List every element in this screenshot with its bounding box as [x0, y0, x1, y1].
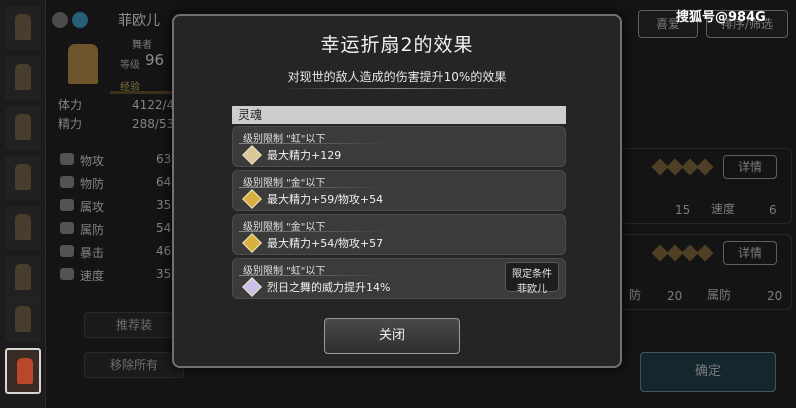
character-portrait[interactable]	[5, 6, 41, 50]
sp-row: 精力 288/53	[58, 115, 174, 132]
stat-icon	[60, 153, 74, 165]
stat-icon	[60, 222, 74, 234]
section-header: 灵魂	[232, 106, 566, 124]
character-sprite	[15, 14, 31, 40]
character-sprite	[15, 264, 31, 290]
hp-row: 体力 4122/41	[58, 96, 182, 113]
limit-condition-box: 限定条件 菲欧儿	[505, 262, 559, 295]
stat-value: 64	[156, 175, 172, 189]
stat-value: 35	[156, 198, 172, 212]
watermark: 搜狐号@984G	[676, 10, 766, 25]
gold-gem-icon	[242, 189, 262, 209]
remove-all-button[interactable]: 移除所有	[84, 352, 184, 378]
equip-stat-label: 防	[629, 288, 642, 302]
stat-icon	[60, 176, 74, 188]
stat-value: 54	[156, 221, 172, 235]
hp-label: 体力	[58, 98, 83, 112]
effect-item: 级别限制 "虹"以下 烈日之舞的威力提升14% 限定条件 菲欧儿	[232, 258, 566, 299]
close-button[interactable]: 关闭	[324, 318, 460, 354]
equip-stat-label: 速度	[711, 202, 736, 216]
character-portrait-list	[0, 0, 46, 408]
character-sprite	[17, 358, 33, 384]
limit-label: 限定条件	[512, 269, 552, 280]
effect-text: 最大精力+59/物攻+54	[267, 193, 384, 206]
detail-button[interactable]: 详情	[723, 241, 777, 265]
character-job: 舞者	[132, 40, 152, 51]
divider	[239, 143, 389, 144]
equip-stat-value: 20	[667, 289, 683, 303]
equip-stat-value: 20	[767, 289, 783, 303]
effect-text: 烈日之舞的威力提升14%	[267, 281, 391, 294]
rainbow-gem-icon	[242, 145, 262, 165]
gem-slots	[651, 158, 714, 177]
character-sprite	[15, 164, 31, 190]
character-sprite	[15, 114, 31, 140]
divider	[239, 187, 389, 188]
effect-text: 最大精力+129	[267, 149, 342, 162]
effect-item: 级别限制 "金"以下 最大精力+59/物攻+54	[232, 170, 566, 211]
recommend-equip-button[interactable]: 推荐装	[84, 312, 184, 338]
stat-value: 63	[156, 152, 172, 166]
stat-icon	[60, 268, 74, 280]
character-sprite	[15, 64, 31, 90]
effect-modal: 幸运折扇2的效果 对现世的敌人造成的伤害提升10%的效果 灵魂 级别限制 "虹"…	[172, 14, 622, 368]
effect-text: 最大精力+54/物攻+57	[267, 237, 384, 250]
stat-label: 属防	[80, 223, 105, 237]
character-sprite	[15, 306, 31, 332]
gold-gem-icon	[242, 233, 262, 253]
divider	[239, 231, 389, 232]
stat-label: 物攻	[80, 154, 105, 168]
character-sprite	[15, 214, 31, 240]
character-portrait[interactable]	[5, 298, 41, 342]
detail-button[interactable]: 详情	[723, 155, 777, 179]
sp-label: 精力	[58, 117, 83, 131]
gem-slots	[651, 244, 714, 263]
character-name: 菲欧儿	[118, 13, 160, 29]
equip-stat-label: 属防	[707, 288, 732, 302]
character-portrait[interactable]	[5, 56, 41, 100]
character-portrait[interactable]	[5, 206, 41, 250]
stat-icon	[60, 245, 74, 257]
modal-title: 幸运折扇2的效果	[320, 34, 474, 56]
limit-character: 菲欧儿	[517, 284, 547, 295]
level-value: 96	[145, 51, 165, 69]
sp-value: 288/53	[132, 117, 175, 131]
stat-value: 35	[156, 267, 172, 281]
stat-value: 46	[156, 244, 172, 258]
character-portrait[interactable]	[5, 106, 41, 150]
equip-stat-value: 15	[675, 203, 691, 217]
character-sprite	[68, 44, 98, 84]
stat-label: 属攻	[80, 200, 105, 214]
character-portrait[interactable]	[5, 156, 41, 200]
stat-label: 速度	[80, 269, 105, 283]
divider	[282, 88, 512, 89]
equip-stat-value: 6	[769, 203, 777, 217]
character-portrait[interactable]	[5, 256, 41, 300]
level-label: 等级	[120, 60, 140, 71]
rainbow-gem-icon	[242, 277, 262, 297]
divider	[239, 275, 389, 276]
job-icon	[72, 12, 88, 28]
stat-label: 暴击	[80, 246, 105, 260]
stat-label: 物防	[80, 177, 105, 191]
effect-item: 级别限制 "虹"以下 最大精力+129	[232, 126, 566, 167]
element-icon	[52, 12, 68, 28]
stat-icon	[60, 199, 74, 211]
modal-subtitle: 对现世的敌人造成的伤害提升10%的效果	[287, 70, 507, 84]
effect-item: 级别限制 "金"以下 最大精力+54/物攻+57	[232, 214, 566, 255]
character-portrait-selected[interactable]	[5, 348, 41, 394]
confirm-button[interactable]: 确定	[640, 352, 776, 392]
